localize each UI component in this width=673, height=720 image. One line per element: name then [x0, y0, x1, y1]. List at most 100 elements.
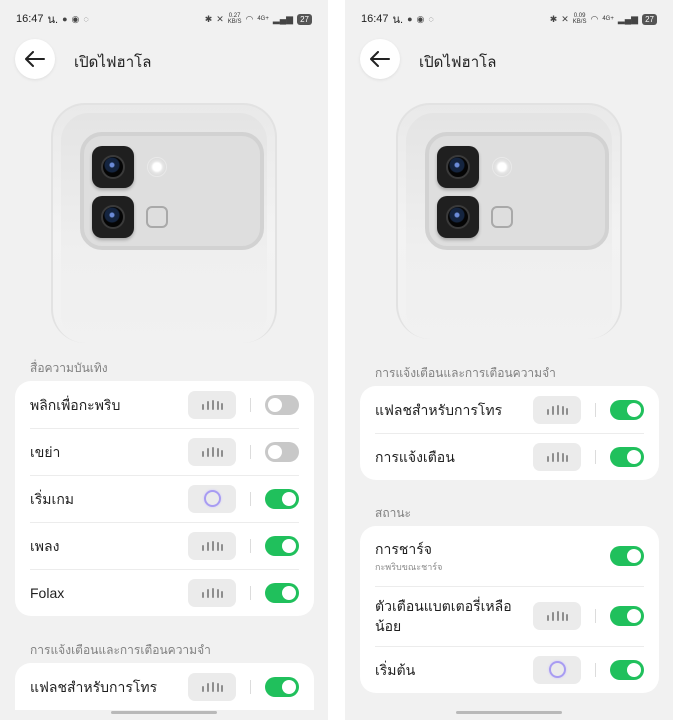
toggle-switch[interactable]	[265, 582, 299, 603]
toggle-switch[interactable]	[265, 394, 299, 415]
setting-label: เริ่มต้น	[375, 661, 416, 678]
chat-icon: ●	[407, 14, 413, 24]
home-indicator[interactable]	[111, 711, 217, 714]
chat-icon: ●	[62, 14, 68, 24]
setting-label: เริ่มเกม	[30, 490, 75, 507]
flash-icon	[147, 157, 167, 177]
section-title-status: สถานะ	[375, 506, 411, 520]
status-bar: 16:47 น. ● ◉ ◌ ✱ ✕ 0.27 KB/S ◠ 4G+ ▂▄▆ 27	[16, 10, 312, 28]
setting-row-folax[interactable]: Folax	[15, 569, 314, 616]
shield-icon: ◌	[428, 14, 434, 24]
light-pattern-button[interactable]	[188, 390, 236, 419]
network-speed: 0.09 KB/S	[572, 13, 587, 25]
setting-row-flip[interactable]: พลิกเพื่อกะพริบ	[15, 381, 314, 428]
network-speed: 0.27 KB/S	[227, 13, 242, 25]
status-bar: 16:47 น. ● ◉ ◌ ✱ ✕ 0.09 KB/S ◠ 4G+ ▂▄▆ 27	[361, 10, 657, 28]
screen-left: 16:47 น. ● ◉ ◌ ✱ ✕ 0.27 KB/S ◠ 4G+ ▂▄▆ 27…	[0, 0, 328, 720]
setting-label: Folax	[30, 584, 65, 601]
light-pattern-button[interactable]	[188, 672, 236, 701]
setting-label: พลิกเพื่อกะพริบ	[30, 396, 121, 413]
toggle-switch[interactable]	[610, 659, 644, 680]
setting-row-startup[interactable]: เริ่มต้น	[360, 646, 659, 693]
screen-right: 16:47 น. ● ◉ ◌ ✱ ✕ 0.09 KB/S ◠ 4G+ ▂▄▆ 27…	[345, 0, 673, 720]
camera-module	[425, 132, 609, 250]
divider	[595, 609, 596, 623]
camera-module	[80, 132, 264, 250]
signal-type: 4G+	[602, 16, 614, 22]
toggle-switch[interactable]	[265, 535, 299, 556]
status-time-suffix: น.	[392, 14, 404, 26]
setting-label: การแจ้งเตือน	[375, 448, 455, 465]
light-pattern-button[interactable]	[188, 578, 236, 607]
section-title-notifications: การแจ้งเตือนและการเตือนความจำ	[30, 643, 211, 657]
setting-row-call-flash[interactable]: แฟลชสำหรับการโทร	[15, 663, 314, 710]
toggle-switch[interactable]	[265, 441, 299, 462]
mute-icon: ✕	[216, 13, 224, 24]
light-pattern-icon	[202, 446, 223, 457]
back-button[interactable]	[360, 39, 400, 79]
app-icon: ◉	[416, 13, 425, 24]
signal-icon: ▂▄▆	[617, 13, 639, 24]
mute-icon: ✕	[561, 13, 569, 24]
camera-lens-icon	[437, 146, 479, 188]
divider	[250, 491, 251, 506]
setting-row-music[interactable]: เพลง	[15, 522, 314, 569]
light-pattern-button[interactable]	[533, 602, 581, 630]
page-title: เปิดไฟฮาโล	[74, 54, 152, 71]
status-time: 16:47	[16, 13, 44, 25]
section-title-notifications: การแจ้งเตือนและการเตือนความจำ	[375, 366, 556, 380]
divider	[250, 679, 251, 694]
light-pattern-button[interactable]	[188, 484, 236, 513]
divider	[250, 585, 251, 600]
halo-ring-icon	[548, 661, 566, 678]
toggle-switch[interactable]	[610, 446, 644, 467]
toggle-switch[interactable]	[265, 488, 299, 509]
divider	[250, 538, 251, 553]
signal-type: 4G+	[257, 16, 269, 22]
camera-lens-icon	[92, 146, 134, 188]
signal-icon: ▂▄▆	[272, 13, 294, 24]
section-title-entertainment: สื่อความบันเทิง	[30, 361, 108, 375]
light-pattern-button[interactable]	[533, 442, 581, 471]
setting-label: แฟลชสำหรับการโทร	[30, 678, 158, 695]
setting-row-call-flash[interactable]: แฟลชสำหรับการโทร	[360, 386, 659, 433]
light-pattern-icon	[202, 540, 223, 551]
light-pattern-icon	[202, 681, 223, 692]
status-card: การชาร์จ กะพริบขณะชาร์จ ตัวเตือนแบตเตอรี่…	[360, 526, 659, 693]
light-pattern-button[interactable]	[188, 437, 236, 466]
toggle-switch[interactable]	[610, 606, 644, 626]
back-button[interactable]	[15, 39, 55, 79]
setting-row-game[interactable]: เริ่มเกม	[15, 475, 314, 522]
setting-row-charging[interactable]: การชาร์จ กะพริบขณะชาร์จ	[360, 526, 659, 586]
flash-icon	[492, 157, 512, 177]
home-indicator[interactable]	[456, 711, 562, 714]
notifications-card: แฟลชสำหรับการโทร	[15, 663, 314, 710]
divider	[250, 444, 251, 459]
arrow-left-icon	[370, 51, 390, 67]
divider	[595, 449, 596, 464]
light-pattern-icon	[547, 404, 568, 415]
battery-icon: 27	[297, 13, 312, 25]
toggle-switch[interactable]	[610, 399, 644, 420]
toggle-switch[interactable]	[610, 546, 644, 566]
setting-row-notification[interactable]: การแจ้งเตือน	[360, 433, 659, 480]
light-pattern-button[interactable]	[533, 395, 581, 424]
toggle-switch[interactable]	[265, 676, 299, 697]
setting-row-low-battery[interactable]: ตัวเตือนแบตเตอรี่เหลือน้อย	[360, 586, 659, 646]
sensor-icon	[491, 206, 513, 228]
light-pattern-icon	[202, 587, 223, 598]
page-title: เปิดไฟฮาโล	[419, 54, 497, 71]
entertainment-card: พลิกเพื่อกะพริบ เขย่า เริ่มเกม เพลง Fola…	[15, 381, 314, 616]
setting-label: เพลง	[30, 537, 60, 554]
divider	[595, 662, 596, 677]
divider	[250, 397, 251, 412]
setting-row-shake[interactable]: เขย่า	[15, 428, 314, 475]
camera-lens-icon	[437, 196, 479, 238]
light-pattern-button[interactable]	[188, 531, 236, 560]
shield-icon: ◌	[83, 14, 89, 24]
bluetooth-icon: ✱	[549, 13, 558, 24]
light-pattern-button[interactable]	[533, 655, 581, 684]
setting-label: เขย่า	[30, 443, 61, 460]
status-time-suffix: น.	[47, 14, 59, 26]
camera-lens-icon	[92, 196, 134, 238]
